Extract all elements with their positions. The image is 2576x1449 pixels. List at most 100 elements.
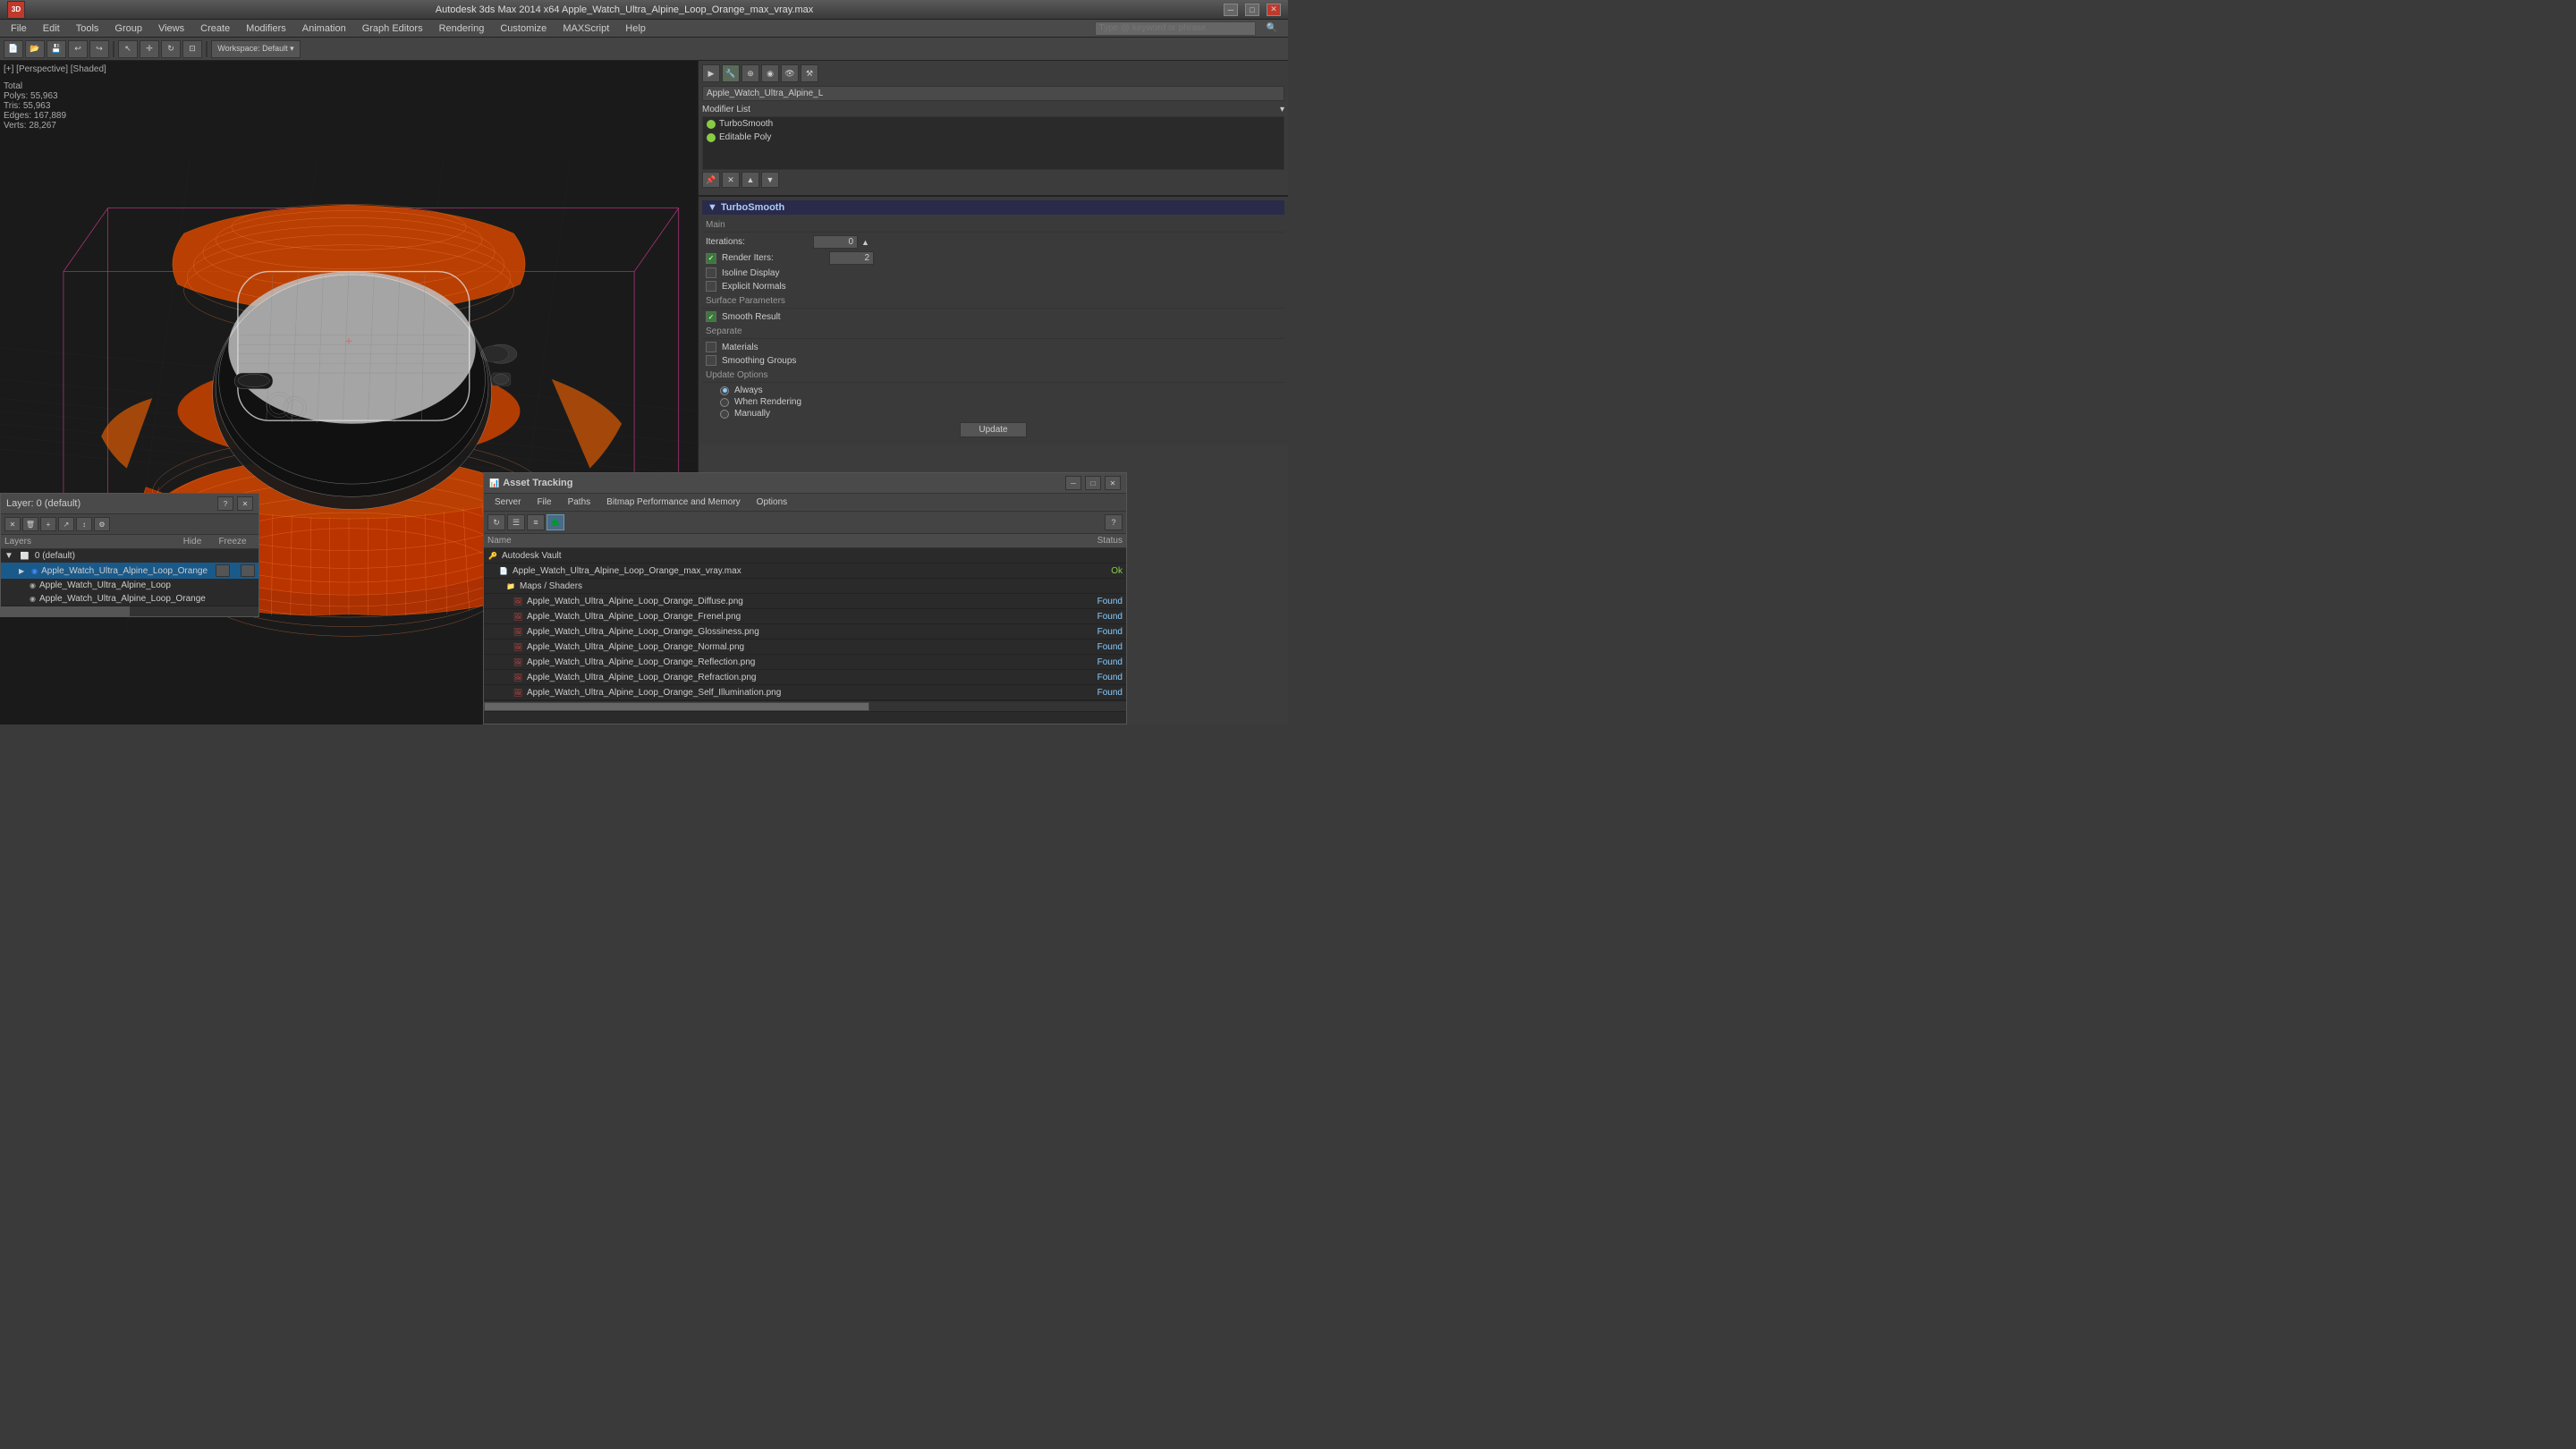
menu-customize[interactable]: Customize [493, 21, 554, 36]
layer-row-orange[interactable]: ▶ ◉ Apple_Watch_Ultra_Alpine_Loop_Orange [1, 563, 258, 579]
modifier-dropdown[interactable]: ▾ [1280, 105, 1284, 114]
iterations-value[interactable]: 0 [813, 235, 858, 249]
hierarchy-icon[interactable]: ⊕ [741, 64, 759, 82]
render-iters-value[interactable]: 2 [829, 251, 874, 265]
redo-btn[interactable]: ↪ [89, 40, 109, 58]
modifier-editable-poly[interactable]: Editable Poly [703, 131, 1284, 144]
layer-row-loop-orange[interactable]: ◉ Apple_Watch_Ultra_Alpine_Loop_Orange [1, 592, 258, 606]
asset-row-vault[interactable]: 🔑 Autodesk Vault [484, 548, 1126, 564]
motion-icon[interactable]: ◉ [761, 64, 779, 82]
asset-refresh-btn[interactable]: ↻ [487, 514, 505, 530]
menu-maxscript[interactable]: MAXScript [555, 21, 616, 36]
workspace-selector[interactable]: Workspace: Default ▾ [211, 40, 301, 58]
utility-icon[interactable]: ⚒ [801, 64, 818, 82]
search-btn[interactable]: 🔍 [1259, 21, 1284, 35]
layer-panel-header: Layer: 0 (default) ? ✕ [1, 494, 258, 514]
asset-menu-bitmap[interactable]: Bitmap Performance and Memory [599, 496, 748, 509]
close-button[interactable]: ✕ [1267, 4, 1281, 16]
asset-row-diffuse[interactable]: 🖼 Apple_Watch_Ultra_Alpine_Loop_Orange_D… [484, 594, 1126, 609]
asset-menu-file[interactable]: File [530, 496, 558, 509]
layer-props-btn[interactable]: ⚙ [94, 517, 110, 531]
display-icon[interactable]: 👁 [781, 64, 799, 82]
move-btn[interactable]: ✛ [140, 40, 159, 58]
iterations-spinner-up[interactable]: ▲ [861, 238, 869, 247]
asset-tree-view-btn[interactable]: 🌲 [547, 514, 564, 530]
menu-views[interactable]: Views [151, 21, 191, 36]
layer-scroll-thumb[interactable] [1, 606, 130, 616]
asset-row-frenel[interactable]: 🖼 Apple_Watch_Ultra_Alpine_Loop_Orange_F… [484, 609, 1126, 624]
select-btn[interactable]: ↖ [118, 40, 138, 58]
menu-rendering[interactable]: Rendering [432, 21, 492, 36]
asset-close-btn[interactable]: ✕ [1105, 476, 1121, 490]
move-up-btn[interactable]: ▲ [741, 172, 759, 188]
modifier-turbosmooth[interactable]: TurboSmooth [703, 117, 1284, 131]
minimize-button[interactable]: ─ [1224, 4, 1238, 16]
search-input[interactable] [1095, 21, 1256, 36]
asset-row-maps[interactable]: 📁 Maps / Shaders [484, 579, 1126, 594]
asset-row-refraction[interactable]: 🖼 Apple_Watch_Ultra_Alpine_Loop_Orange_R… [484, 670, 1126, 685]
asset-row-reflection[interactable]: 🖼 Apple_Watch_Ultra_Alpine_Loop_Orange_R… [484, 655, 1126, 670]
layer-freeze-toggle[interactable] [241, 564, 255, 577]
asset-row-glossiness[interactable]: 🖼 Apple_Watch_Ultra_Alpine_Loop_Orange_G… [484, 624, 1126, 640]
menu-graph-editors[interactable]: Graph Editors [355, 21, 430, 36]
menu-edit[interactable]: Edit [36, 21, 67, 36]
menu-help[interactable]: Help [618, 21, 653, 36]
undo-btn[interactable]: ↩ [68, 40, 88, 58]
asset-h-scrollbar[interactable] [484, 700, 1126, 711]
asset-maximize-btn[interactable]: □ [1085, 476, 1101, 490]
asset-detail-view-btn[interactable]: ≡ [527, 514, 545, 530]
modify-icon[interactable]: 🔧 [722, 64, 740, 82]
smoothing-groups-checkbox[interactable] [706, 355, 716, 366]
asset-row-self-illumination[interactable]: 🖼 Apple_Watch_Ultra_Alpine_Loop_Orange_S… [484, 685, 1126, 700]
layer-move-btn[interactable]: ↕ [76, 517, 92, 531]
explicit-normals-checkbox[interactable] [706, 281, 716, 292]
menu-group[interactable]: Group [107, 21, 149, 36]
render-iters-checkbox[interactable]: ✓ [706, 253, 716, 264]
asset-row-normal[interactable]: 🖼 Apple_Watch_Ultra_Alpine_Loop_Orange_N… [484, 640, 1126, 655]
asset-menu-server[interactable]: Server [487, 496, 528, 509]
layer-scroll[interactable] [1, 606, 258, 616]
open-btn[interactable]: 📂 [25, 40, 45, 58]
layer-close-btn[interactable]: ✕ [237, 496, 253, 511]
materials-checkbox[interactable] [706, 342, 716, 352]
asset-list-view-btn[interactable]: ☰ [507, 514, 525, 530]
scale-btn[interactable]: ⊡ [182, 40, 202, 58]
menu-create[interactable]: Create [193, 21, 237, 36]
menu-file[interactable]: File [4, 21, 34, 36]
layer-add-obj-btn[interactable]: + [40, 517, 56, 531]
asset-panel-header-left: 📊 Asset Tracking [489, 478, 572, 488]
isoline-row: Isoline Display [702, 267, 1284, 278]
menu-tools[interactable]: Tools [69, 21, 106, 36]
smoothing-groups-row: Smoothing Groups [702, 355, 1284, 366]
asset-help-btn[interactable]: ? [1105, 514, 1123, 530]
layer-row-loop[interactable]: ◉ Apple_Watch_Ultra_Alpine_Loop [1, 579, 258, 592]
asset-scrollbar-thumb[interactable] [484, 702, 869, 711]
menu-animation[interactable]: Animation [295, 21, 353, 36]
pin-btn[interactable]: 📌 [702, 172, 720, 188]
new-btn[interactable]: 📄 [4, 40, 23, 58]
maximize-button[interactable]: □ [1245, 4, 1259, 16]
asset-menu-paths[interactable]: Paths [561, 496, 598, 509]
delete-mod-btn[interactable]: ✕ [722, 172, 740, 188]
create-icon[interactable]: ▶ [702, 64, 720, 82]
layer-row-default[interactable]: ▼ ⬜ 0 (default) [1, 549, 258, 563]
asset-menu-options[interactable]: Options [750, 496, 794, 509]
radio-manually[interactable]: Manually [720, 409, 1284, 419]
layer-delete-btn[interactable]: 🗑 [22, 517, 38, 531]
modifier-panel-top: ▶ 🔧 ⊕ ◉ 👁 ⚒ Apple_Watch_Ultra_Alpine_L M… [699, 61, 1288, 196]
save-btn[interactable]: 💾 [47, 40, 66, 58]
update-button[interactable]: Update [960, 422, 1026, 437]
layer-hide-toggle[interactable] [216, 564, 230, 577]
asset-row-maxfile[interactable]: 📄 Apple_Watch_Ultra_Alpine_Loop_Orange_m… [484, 564, 1126, 579]
menu-modifiers[interactable]: Modifiers [239, 21, 293, 36]
layer-add-btn[interactable]: ✕ [4, 517, 21, 531]
layer-help-btn[interactable]: ? [217, 496, 233, 511]
move-down-btn[interactable]: ▼ [761, 172, 779, 188]
radio-when-rendering[interactable]: When Rendering [720, 397, 1284, 407]
radio-always[interactable]: Always [720, 386, 1284, 395]
rotate-btn[interactable]: ↻ [161, 40, 181, 58]
asset-minimize-btn[interactable]: ─ [1065, 476, 1081, 490]
isoline-checkbox[interactable] [706, 267, 716, 278]
smooth-result-checkbox[interactable]: ✓ [706, 311, 716, 322]
layer-select-btn[interactable]: ↗ [58, 517, 74, 531]
